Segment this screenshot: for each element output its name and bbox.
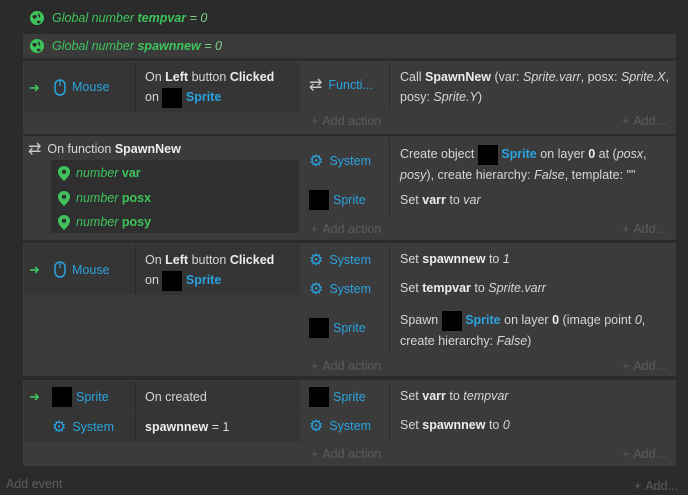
function-icon: ⇄ bbox=[28, 141, 42, 158]
divider bbox=[135, 62, 136, 112]
sprite-thumbnail bbox=[477, 144, 498, 165]
event-1-action-object[interactable]: ⇄ Functi... bbox=[309, 62, 389, 108]
add-more-button[interactable]: + Add... bbox=[634, 479, 678, 493]
gear-icon: ⚙ bbox=[52, 419, 67, 436]
event-4-action-1-text[interactable]: Set varr to tempvar bbox=[400, 386, 508, 406]
param-posx[interactable]: number posx bbox=[58, 188, 151, 208]
function-icon: ⇄ bbox=[309, 77, 323, 94]
function-header[interactable]: ⇄ On function SpawnNew bbox=[28, 140, 298, 158]
add-action-button[interactable]: + Add action bbox=[311, 114, 381, 128]
gear-icon: ⚙ bbox=[309, 418, 324, 435]
event-4-condition-1-text[interactable]: On created bbox=[145, 387, 207, 407]
divider bbox=[389, 382, 390, 442]
param-var[interactable]: number var bbox=[58, 163, 141, 183]
event-2-action-1-object[interactable]: ⚙ System bbox=[309, 146, 389, 176]
event-3-action-3-text[interactable]: Spawn Sprite on layer 0 (image point 0, … bbox=[400, 310, 675, 351]
add-more-button[interactable]: + Add... bbox=[622, 114, 666, 128]
event-1-condition-text[interactable]: On Left button Clicked on Sprite bbox=[145, 67, 300, 108]
collapse-arrow-icon[interactable]: ➜ bbox=[29, 389, 40, 405]
globe-icon bbox=[28, 38, 46, 54]
event-4-condition-2-object[interactable]: ⚙ System bbox=[52, 415, 135, 439]
mouse-icon bbox=[54, 78, 66, 96]
add-action-button[interactable]: + Add action bbox=[311, 222, 381, 236]
global-var-spawnnew[interactable]: Global number spawnnew = 0 bbox=[23, 34, 676, 58]
collapse-arrow-icon[interactable]: ➜ bbox=[29, 80, 40, 96]
event-3-condition-text[interactable]: On Left button Clicked on Sprite bbox=[145, 250, 300, 291]
add-action-button[interactable]: + Add action bbox=[311, 447, 381, 461]
sprite-thumbnail bbox=[309, 190, 329, 210]
location-pin-icon bbox=[58, 165, 70, 181]
event-4-condition-1-object[interactable]: Sprite bbox=[52, 385, 135, 409]
location-pin-icon bbox=[58, 190, 70, 206]
event-3-object[interactable]: Mouse bbox=[48, 244, 135, 295]
object-name: Mouse bbox=[72, 80, 110, 94]
event-3-action-1-object[interactable]: ⚙ System bbox=[309, 248, 389, 272]
sprite-thumbnail bbox=[309, 387, 329, 407]
param-posy[interactable]: number posy bbox=[58, 212, 151, 232]
event-2-action-2-text[interactable]: Set varr to var bbox=[400, 190, 481, 210]
event-3-action-1-text[interactable]: Set spawnnew to 1 bbox=[400, 249, 510, 269]
sprite-thumbnail bbox=[309, 318, 329, 338]
divider bbox=[135, 244, 136, 295]
add-event-button[interactable]: Add event bbox=[6, 477, 62, 491]
add-action-button[interactable]: + Add action bbox=[311, 359, 381, 373]
sprite-thumbnail bbox=[52, 387, 72, 407]
global-var-label: Global number spawnnew = 0 bbox=[52, 39, 222, 53]
global-var-tempvar[interactable]: Global number tempvar = 0 bbox=[28, 6, 668, 30]
sprite-thumbnail bbox=[162, 87, 183, 108]
gear-icon: ⚙ bbox=[309, 153, 324, 170]
event-3-action-3-object[interactable]: Sprite bbox=[309, 316, 389, 340]
gear-icon: ⚙ bbox=[309, 252, 324, 269]
event-4-action-2-text[interactable]: Set spawnnew to 0 bbox=[400, 415, 510, 435]
add-more-button[interactable]: + Add... bbox=[622, 359, 666, 373]
divider bbox=[389, 245, 390, 355]
divider bbox=[135, 381, 136, 442]
globe-icon bbox=[28, 10, 46, 26]
location-pin-icon bbox=[58, 214, 70, 230]
object-name: Mouse bbox=[72, 262, 110, 277]
event-1-object[interactable]: Mouse bbox=[48, 62, 135, 112]
event-3-action-2-object[interactable]: ⚙ System bbox=[309, 277, 389, 301]
collapse-arrow-icon[interactable]: ➜ bbox=[29, 262, 40, 278]
sprite-thumbnail bbox=[162, 270, 183, 291]
mouse-icon bbox=[54, 261, 66, 278]
event-4-condition-2-text[interactable]: spawnnew = 1 bbox=[145, 417, 229, 437]
add-more-button[interactable]: + Add... bbox=[622, 222, 666, 236]
add-more-button[interactable]: + Add... bbox=[622, 447, 666, 461]
sprite-thumbnail bbox=[441, 310, 462, 331]
divider bbox=[389, 138, 390, 218]
event-4-action-2-object[interactable]: ⚙ System bbox=[309, 414, 389, 438]
event-1-action-text[interactable]: Call SpawnNew (var: Sprite.varr, posx: S… bbox=[400, 67, 675, 107]
divider bbox=[389, 62, 390, 108]
event-2-action-1-text[interactable]: Create object Sprite on layer 0 at (posx… bbox=[400, 144, 675, 185]
event-2-action-2-object[interactable]: Sprite bbox=[309, 188, 389, 212]
object-name: Functi... bbox=[328, 78, 373, 92]
event-4-action-1-object[interactable]: Sprite bbox=[309, 385, 389, 409]
gear-icon: ⚙ bbox=[309, 281, 324, 298]
event-3-action-2-text[interactable]: Set tempvar to Sprite.varr bbox=[400, 278, 546, 298]
global-var-label: Global number tempvar = 0 bbox=[52, 11, 208, 25]
